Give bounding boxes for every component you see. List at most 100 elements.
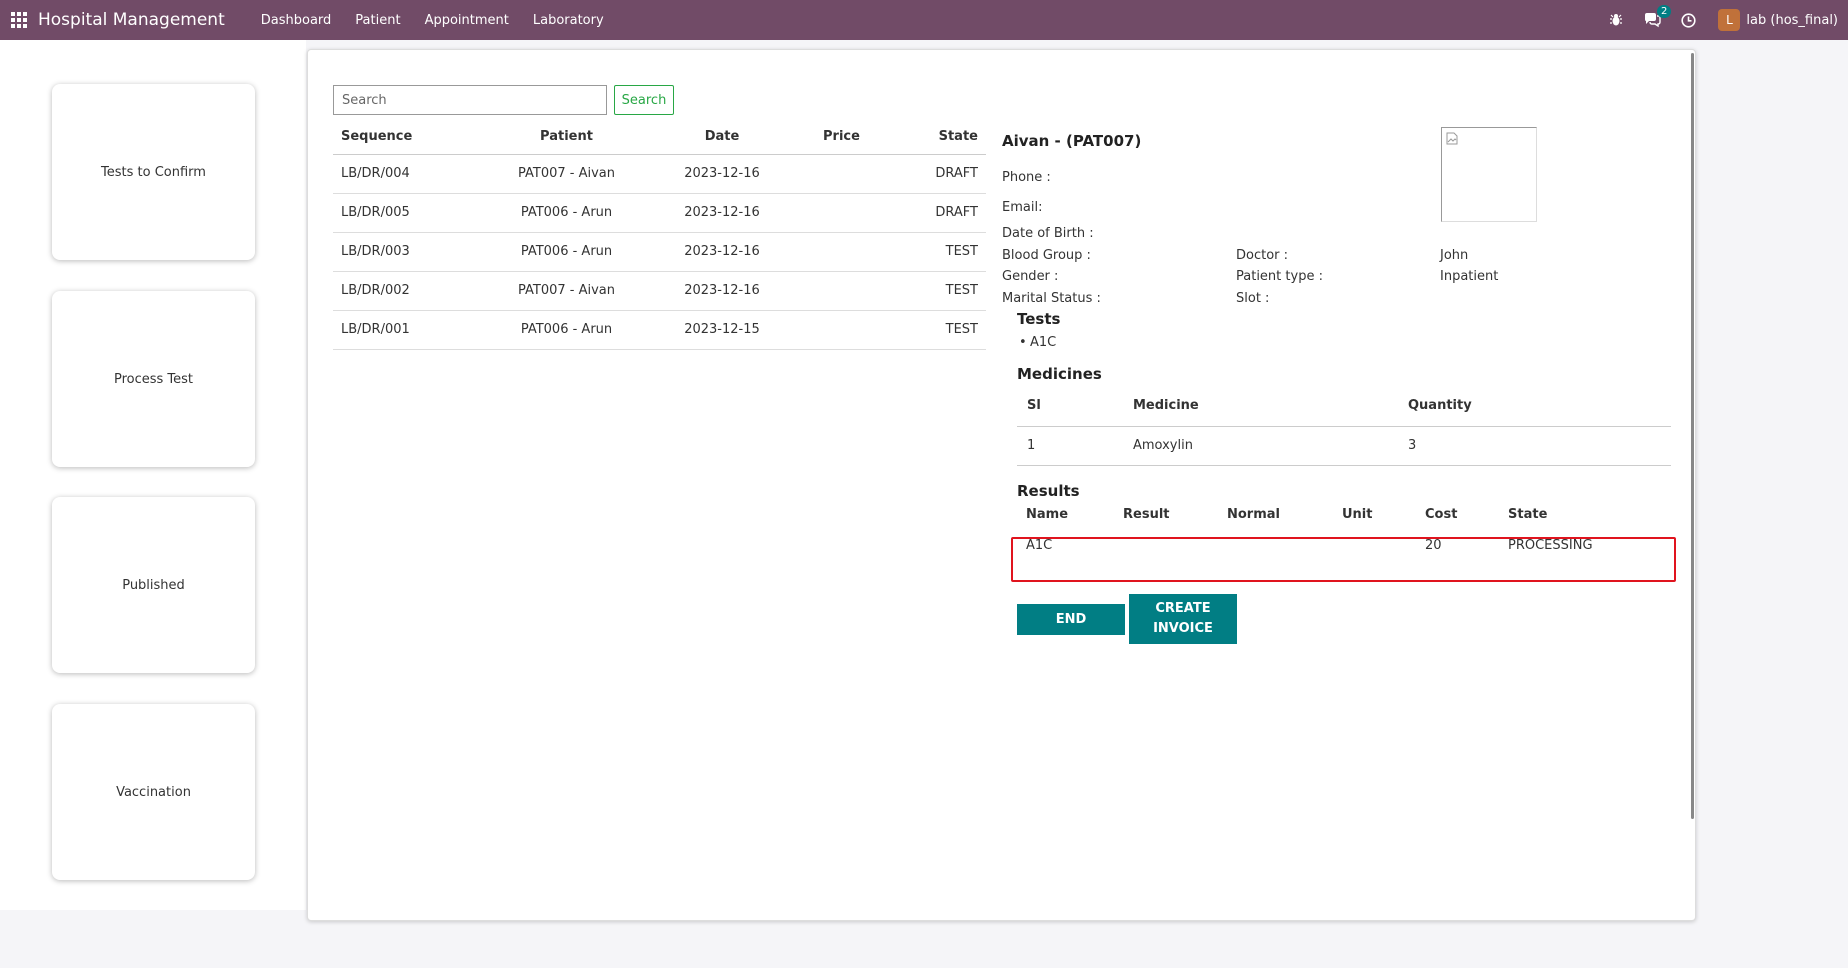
apps-menu-icon[interactable] [0,0,38,40]
cell-state: DRAFT [889,154,986,194]
nav-item-patient[interactable]: Patient [343,13,412,28]
res-header-state: State [1508,506,1548,522]
med-header-quantity: Quantity [1398,386,1671,427]
cell-date: 2023-12-15 [650,310,794,350]
broken-image-icon [1446,132,1458,145]
cell-sequence: LB/DR/001 [333,310,483,350]
res-cell-normal [1218,525,1333,565]
column-header-date: Date [650,120,794,155]
create-invoice-label-line2: INVOICE [1153,621,1213,636]
column-header-sequence: Sequence [333,120,483,155]
doctor-value: John [1440,248,1469,263]
medicines-section-title: Medicines [1017,365,1102,383]
search-button[interactable]: Search [614,85,674,115]
res-cell-name: A1C [1026,537,1053,553]
table-row: 1 Amoxylin 3 [1017,426,1671,466]
blood-group-label: Blood Group : [1002,248,1091,263]
table-row[interactable]: LB/DR/001 PAT006 - Arun 2023-12-15 TEST [333,310,986,350]
med-cell-quantity: 3 [1398,426,1671,466]
activity-clock-icon[interactable] [1679,11,1697,29]
navbar-systray: 2 L lab (hos_final) [1598,0,1848,40]
results-section-title: Results [1017,482,1080,500]
scrollbar[interactable] [1691,53,1694,819]
cell-date: 2023-12-16 [650,154,794,194]
chat-messages-icon[interactable]: 2 [1643,5,1672,29]
phone-label: Phone : [1002,170,1051,185]
res-cell-state: PROCESSING [1508,537,1593,553]
med-header-sl: Sl [1017,386,1123,427]
cell-patient: PAT006 - Arun [483,232,650,272]
slot-label: Slot : [1236,291,1270,306]
cell-price [794,193,889,233]
cell-price [794,154,889,194]
cell-state: TEST [889,232,986,272]
user-name: lab (hos_final) [1746,12,1838,28]
doctor-label: Doctor : [1236,248,1289,263]
app-brand[interactable]: Hospital Management [38,10,225,30]
cell-patient: PAT007 - Aivan [483,154,650,194]
cell-sequence: LB/DR/002 [333,271,483,311]
lab-requests-table: Sequence Patient Date Price State LB/DR/… [333,120,986,350]
left-panel: Tests to Confirm Process Test Published … [0,40,306,910]
column-header-state: State [889,120,986,155]
cell-state: DRAFT [889,193,986,233]
cell-date: 2023-12-16 [650,271,794,311]
card-published[interactable]: Published [52,497,255,673]
column-header-patient: Patient [483,120,650,155]
results-table: Name Result Normal Unit Cost State A1C 2… [1017,503,1671,565]
patient-type-label: Patient type : [1236,269,1323,284]
nav-item-laboratory[interactable]: Laboratory [521,13,616,28]
top-navbar: Hospital Management Dashboard Patient Ap… [0,0,1848,40]
cell-state: TEST [889,271,986,311]
cell-sequence: LB/DR/003 [333,232,483,272]
med-cell-medicine: Amoxylin [1123,426,1398,466]
med-cell-sl: 1 [1017,426,1123,466]
res-header-result: Result [1123,506,1170,522]
table-row[interactable]: LB/DR/004 PAT007 - Aivan 2023-12-16 DRAF… [333,154,986,194]
avatar: L [1718,9,1741,31]
create-invoice-button[interactable]: CREATE INVOICE [1129,594,1237,644]
test-list-item: A1C [1019,335,1056,350]
res-cell-cost: 20 [1425,537,1442,553]
cell-date: 2023-12-16 [650,193,794,233]
end-button[interactable]: END [1017,604,1125,635]
cell-price [794,310,889,350]
cell-date: 2023-12-16 [650,232,794,272]
cell-sequence: LB/DR/004 [333,154,483,194]
chat-count-badge: 2 [1657,5,1672,18]
table-row[interactable]: LB/DR/002 PAT007 - Aivan 2023-12-16 TEST [333,271,986,311]
patient-photo [1441,127,1537,222]
res-header-normal: Normal [1227,506,1280,522]
search-input[interactable] [333,85,607,115]
cell-state: TEST [889,310,986,350]
nav-item-dashboard[interactable]: Dashboard [249,13,344,28]
res-cell-result[interactable] [1114,525,1218,565]
cell-price [794,232,889,272]
nav-menu: Dashboard Patient Appointment Laboratory [249,13,616,28]
nav-item-appointment[interactable]: Appointment [413,13,521,28]
user-menu[interactable]: L lab (hos_final) [1718,9,1838,31]
patient-type-value: Inpatient [1440,269,1499,284]
cell-patient: PAT007 - Aivan [483,271,650,311]
main-content: Search Sequence Patient Date Price State… [307,49,1696,921]
cell-price [794,271,889,311]
cell-patient: PAT006 - Arun [483,310,650,350]
column-header-price: Price [794,120,889,155]
debug-bug-icon[interactable] [1607,11,1625,29]
med-header-medicine: Medicine [1123,386,1398,427]
cell-sequence: LB/DR/005 [333,193,483,233]
res-cell-unit [1333,525,1416,565]
table-row[interactable]: A1C 20 PROCESSING [1017,525,1671,565]
res-header-unit: Unit [1342,506,1373,522]
card-process-test[interactable]: Process Test [52,291,255,467]
email-label: Email: [1002,200,1043,215]
create-invoice-label-line1: CREATE [1155,601,1211,616]
table-row[interactable]: LB/DR/003 PAT006 - Arun 2023-12-16 TEST [333,232,986,272]
tests-section-title: Tests [1017,310,1061,328]
cell-patient: PAT006 - Arun [483,193,650,233]
table-row[interactable]: LB/DR/005 PAT006 - Arun 2023-12-16 DRAFT [333,193,986,233]
dob-label: Date of Birth : [1002,226,1094,241]
card-vaccination[interactable]: Vaccination [52,704,255,880]
card-tests-to-confirm[interactable]: Tests to Confirm [52,84,255,260]
medicines-table: Sl Medicine Quantity 1 Amoxylin 3 [1017,386,1671,466]
